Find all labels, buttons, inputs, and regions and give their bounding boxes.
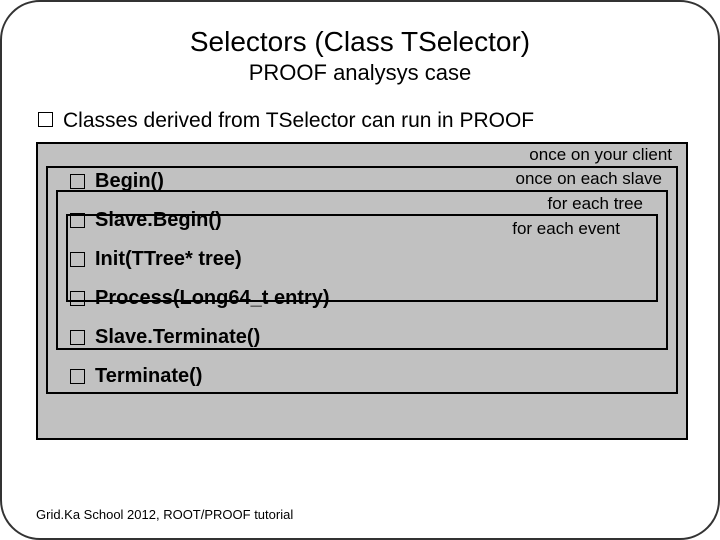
- square-bullet-icon: [38, 112, 53, 127]
- method-list: Begin() Slave.Begin() Init(TTree* tree) …: [70, 170, 330, 388]
- slide-subtitle: PROOF analysys case: [36, 60, 684, 86]
- square-bullet-icon: [70, 213, 85, 228]
- square-bullet-icon: [70, 174, 85, 189]
- method-slave-begin: Slave.Begin(): [70, 209, 330, 232]
- slide-title: Selectors (Class TSelector): [36, 26, 684, 58]
- method-label: Init(TTree* tree): [95, 248, 242, 271]
- footer-text: Grid.Ka School 2012, ROOT/PROOF tutorial: [36, 507, 293, 522]
- slide-frame: Selectors (Class TSelector) PROOF analys…: [0, 0, 720, 540]
- method-terminate: Terminate(): [70, 365, 330, 388]
- intro-text: Classes derived from TSelector can run i…: [63, 108, 534, 134]
- square-bullet-icon: [70, 291, 85, 306]
- method-label: Slave.Terminate(): [95, 326, 260, 349]
- method-process: Process(Long64_t entry): [70, 287, 330, 310]
- square-bullet-icon: [70, 369, 85, 384]
- square-bullet-icon: [70, 330, 85, 345]
- label-slave: once on each slave: [516, 169, 663, 189]
- nested-boxes: once on your client once on each slave f…: [36, 142, 684, 440]
- label-event: for each event: [512, 219, 620, 239]
- method-label: Terminate(): [95, 365, 202, 388]
- method-slave-terminate: Slave.Terminate(): [70, 326, 330, 349]
- label-client: once on your client: [529, 145, 672, 165]
- label-tree: for each tree: [548, 194, 643, 214]
- method-label: Process(Long64_t entry): [95, 287, 330, 310]
- method-label: Slave.Begin(): [95, 209, 222, 232]
- intro-bullet: Classes derived from TSelector can run i…: [38, 108, 684, 134]
- method-label: Begin(): [95, 170, 164, 193]
- method-begin: Begin(): [70, 170, 330, 193]
- square-bullet-icon: [70, 252, 85, 267]
- method-init: Init(TTree* tree): [70, 248, 330, 271]
